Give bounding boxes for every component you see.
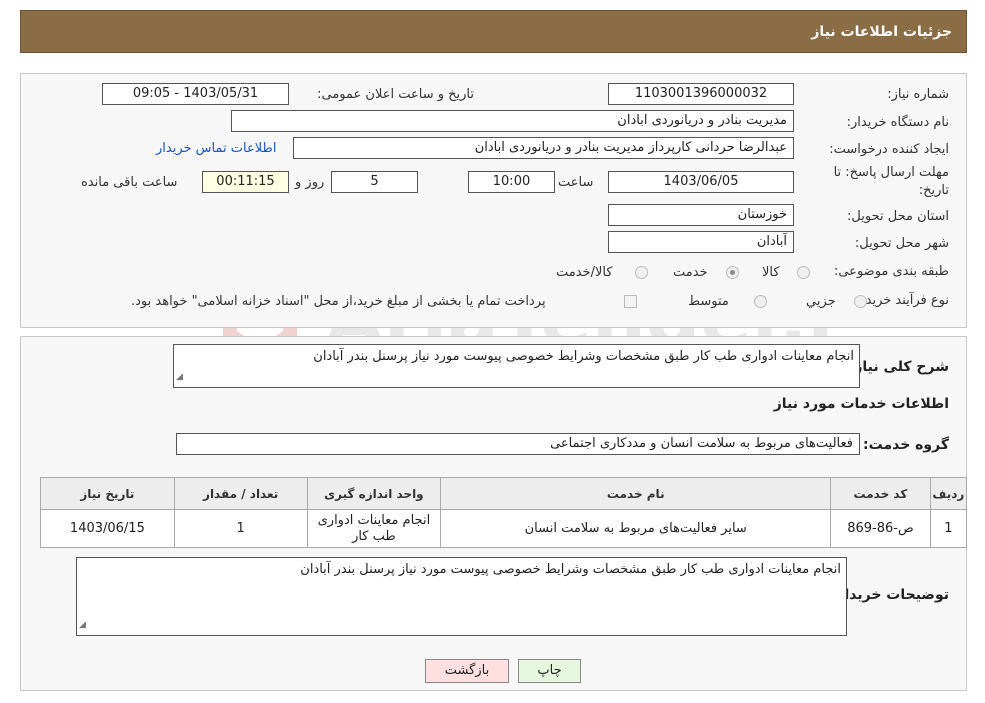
city-label: شهر محل تحویل: [854,236,949,251]
cell-need-date: 1403/06/15 [40,509,175,548]
services-panel: شرح کلی نیاز: انجام معاینات ادواری طب کا… [20,336,968,691]
need-number-field: 1103001396000032 [608,83,794,105]
category-option-goods-service: کالا/خدمت [556,265,613,280]
province-field: خوزستان [608,204,794,226]
col-row-number: ردیف [929,477,968,510]
buyer-org-field: مدیریت بنادر و دریانوردی ابادان [231,110,794,132]
deadline-time-label: ساعت [558,175,594,190]
treasury-payment-note: پرداخت تمام یا بخشی از مبلغ خرید،از محل … [131,294,546,309]
category-option-service: خدمت [673,265,708,280]
process-option-small: جزیي [806,294,836,309]
process-radio-small[interactable] [854,295,867,308]
cell-row-number: 1 [929,509,968,548]
creator-field: عبدالرضا حردانی کارپرداز مدیریت بنادر و … [293,137,794,159]
process-label: نوع فرآیند خرید : [857,293,949,308]
col-quantity: تعداد / مقدار [173,477,308,510]
services-table: ردیف کد خدمت نام خدمت واحد اندازه گیری ت… [40,477,968,548]
province-label: استان محل تحویل: [847,209,949,224]
buyer-notes-textarea[interactable]: انجام معاینات ادواری طب کار طبق مشخصات و… [76,557,847,636]
announce-label: تاریخ و ساعت اعلان عمومی: [317,87,474,102]
cell-unit: انجام معاینات ادواری طب کار [306,509,442,548]
col-need-date: تاریخ نیاز [40,477,175,510]
page-header: جزئیات اطلاعات نیاز [20,10,967,53]
table-header-row: ردیف کد خدمت نام خدمت واحد اندازه گیری ت… [40,477,968,510]
category-radio-goods[interactable] [797,266,810,279]
description-textarea[interactable]: انجام معاینات ادواری طب کار طبق مشخصات و… [173,344,860,388]
description-label: شرح کلی نیاز: [848,359,949,375]
description-text: انجام معاینات ادواری طب کار طبق مشخصات و… [313,349,854,364]
deadline-label: مهلت ارسال پاسخ: تا [833,165,949,180]
cell-service-name: سایر فعالیت‌های مربوط به سلامت انسان [440,509,832,548]
buyer-notes-text: انجام معاینات ادواری طب کار طبق مشخصات و… [300,562,841,577]
city-field: آبادان [608,231,794,253]
need-info-panel: شماره نیاز: 1103001396000032 تاریخ و ساع… [20,73,967,328]
category-label: طبقه بندی موضوعی: [833,264,949,279]
process-option-medium: متوسط [688,294,729,309]
service-group-field: فعالیت‌های مربوط به سلامت انسان و مددکار… [176,433,860,455]
category-radio-goods-service[interactable] [635,266,648,279]
buyer-notes-label: توضیحات خریدار: [830,587,949,603]
deadline-label-date: تاریخ: [918,183,949,198]
cell-service-code: ص-86-869 [830,509,931,548]
need-number-label: شماره نیاز: [887,87,949,102]
category-option-goods: کالا [762,265,780,280]
treasury-payment-checkbox[interactable] [624,295,637,308]
resize-handle-icon[interactable]: ◢ [176,368,183,386]
contact-buyer-link[interactable]: اطلاعات تماس خریدار [156,141,276,156]
back-button[interactable]: بازگشت [425,659,509,683]
resize-handle-icon[interactable]: ◢ [79,616,86,634]
deadline-date-field: 1403/06/05 [608,171,794,193]
table-row: 1 ص-86-869 سایر فعالیت‌های مربوط به سلام… [40,509,968,548]
creator-label: ایجاد کننده درخواست: [829,142,949,157]
buyer-org-label: نام دستگاه خریدار: [846,115,949,130]
col-service-code: کد خدمت [830,477,931,510]
col-unit: واحد اندازه گیری [306,477,442,510]
print-button[interactable]: چاپ [518,659,581,683]
category-radio-service[interactable] [726,266,739,279]
cell-quantity: 1 [173,509,308,548]
process-radio-medium[interactable] [754,295,767,308]
remaining-label: ساعت باقی مانده [81,175,178,190]
col-service-name: نام خدمت [440,477,832,510]
services-section-title: اطلاعات خدمات مورد نیاز [773,396,949,412]
deadline-time-field: 10:00 [468,171,555,193]
announce-field: 1403/05/31 - 09:05 [102,83,289,105]
page-title: جزئیات اطلاعات نیاز [811,24,952,40]
service-group-label: گروه خدمت: [863,437,949,453]
days-label: روز و [295,175,325,190]
remaining-time-field: 00:11:15 [202,171,289,193]
days-field: 5 [331,171,418,193]
